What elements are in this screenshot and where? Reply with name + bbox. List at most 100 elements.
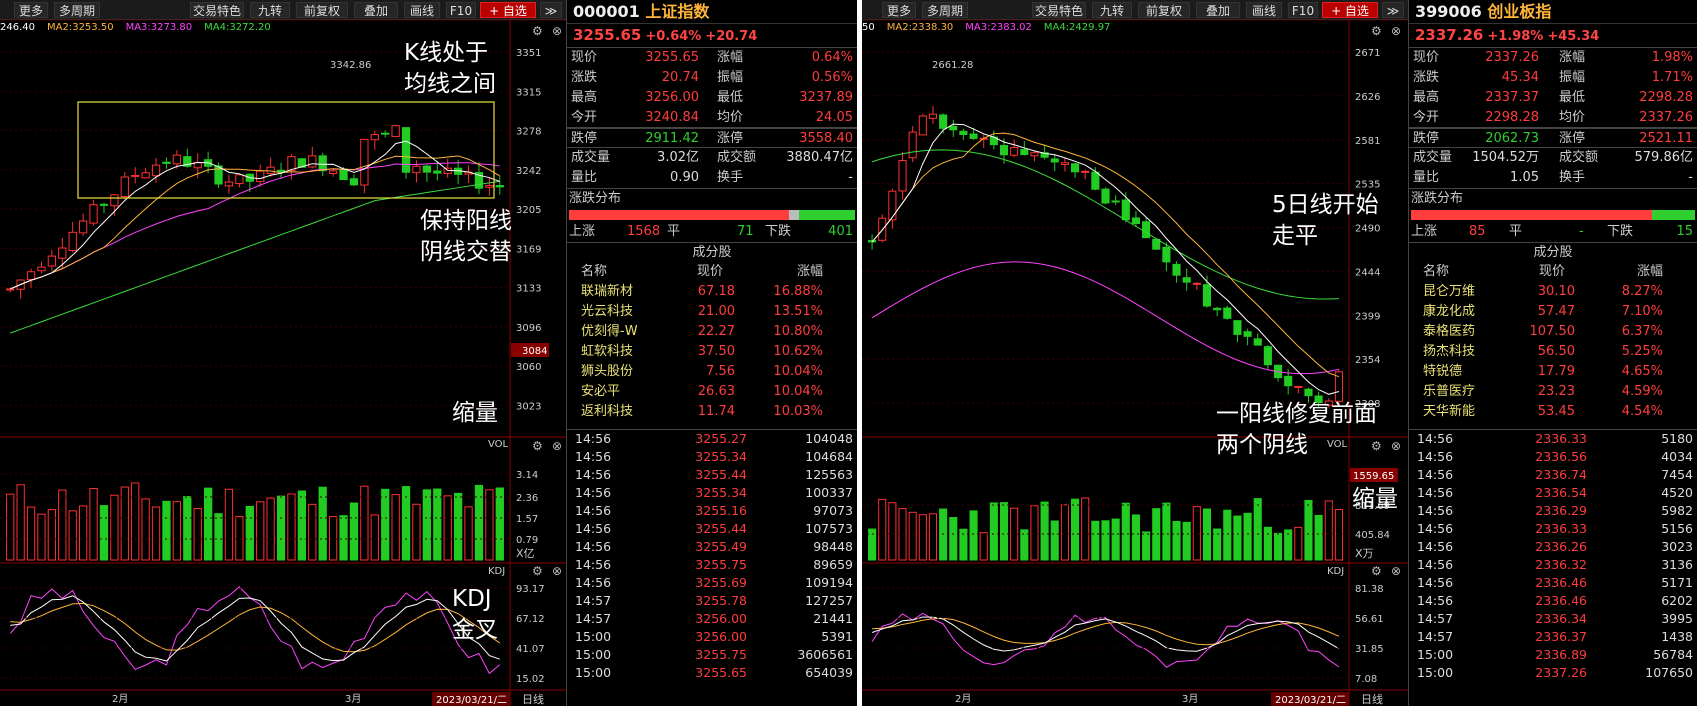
- right-kline-chart[interactable]: 267126262581253524902444239923542308⚙ ⊗⚙ ⊗…: [862, 0, 1409, 706]
- candle[interactable]: [224, 181, 234, 187]
- component-name[interactable]: 泰格医药: [1423, 322, 1475, 342]
- component-row[interactable]: 昆仑万维 30.10 8.27%: [1409, 282, 1697, 302]
- candle[interactable]: [131, 174, 140, 177]
- gear-icon[interactable]: ⚙: [1371, 24, 1382, 38]
- candle[interactable]: [1060, 162, 1069, 165]
- component-name[interactable]: 特锐德: [1423, 362, 1462, 382]
- close-icon[interactable]: ⊗: [1391, 564, 1401, 578]
- candle[interactable]: [58, 247, 67, 259]
- candle[interactable]: [1223, 307, 1232, 319]
- candle[interactable]: [412, 165, 421, 174]
- candle[interactable]: [495, 185, 504, 188]
- candle[interactable]: [422, 165, 432, 173]
- period-label[interactable]: 日线: [1361, 692, 1383, 706]
- period-label[interactable]: 日线: [522, 692, 544, 706]
- candle[interactable]: [120, 176, 129, 198]
- candle[interactable]: [888, 190, 897, 221]
- component-row[interactable]: 泰格医药 107.50 6.37%: [1409, 322, 1697, 342]
- close-icon[interactable]: ⊗: [552, 439, 562, 453]
- component-name[interactable]: 乐普医疗: [1423, 382, 1475, 402]
- candle[interactable]: [1304, 388, 1313, 397]
- component-row[interactable]: 光云科技 21.00 13.51%: [567, 302, 857, 322]
- candle[interactable]: [172, 154, 182, 165]
- candle[interactable]: [1152, 238, 1161, 250]
- close-icon[interactable]: ⊗: [552, 564, 562, 578]
- candle[interactable]: [276, 169, 286, 173]
- candle[interactable]: [1081, 170, 1090, 173]
- candle[interactable]: [898, 159, 907, 192]
- candle[interactable]: [1010, 147, 1019, 156]
- candle[interactable]: [433, 170, 442, 174]
- component-row[interactable]: 狮头股份 7.56 10.04%: [567, 362, 857, 382]
- candle[interactable]: [908, 131, 917, 159]
- component-name[interactable]: 虹软科技: [581, 342, 633, 362]
- candle[interactable]: [1243, 331, 1252, 337]
- candle[interactable]: [381, 132, 390, 135]
- candle[interactable]: [266, 166, 275, 175]
- candle[interactable]: [26, 271, 36, 280]
- candle[interactable]: [969, 133, 978, 139]
- component-name[interactable]: 光云科技: [581, 302, 633, 322]
- close-icon[interactable]: ⊗: [552, 24, 562, 38]
- candle[interactable]: [1071, 163, 1080, 173]
- candle[interactable]: [151, 164, 161, 177]
- component-row[interactable]: 扬杰科技 56.50 5.25%: [1409, 342, 1697, 362]
- close-icon[interactable]: ⊗: [1391, 24, 1401, 38]
- component-row[interactable]: 乐普医疗 23.23 4.59%: [1409, 382, 1697, 402]
- candle[interactable]: [878, 217, 887, 241]
- candle[interactable]: [47, 255, 57, 267]
- component-row[interactable]: 天华新能 53.45 4.54%: [1409, 402, 1697, 422]
- candle[interactable]: [1020, 149, 1029, 156]
- close-icon[interactable]: ⊗: [1391, 439, 1401, 453]
- candle[interactable]: [1030, 152, 1039, 157]
- candle[interactable]: [1121, 199, 1130, 221]
- candle[interactable]: [370, 134, 379, 141]
- candle[interactable]: [391, 125, 400, 137]
- candle[interactable]: [1294, 385, 1303, 388]
- candle[interactable]: [959, 130, 968, 136]
- candle[interactable]: [1233, 320, 1242, 335]
- gear-icon[interactable]: ⚙: [532, 24, 543, 38]
- candle[interactable]: [339, 168, 348, 181]
- candle[interactable]: [1202, 284, 1212, 307]
- candle[interactable]: [1101, 188, 1110, 204]
- candle[interactable]: [256, 170, 265, 183]
- component-row[interactable]: 安必平 26.63 10.04%: [567, 382, 857, 402]
- candle[interactable]: [485, 185, 494, 188]
- candle[interactable]: [1213, 307, 1222, 311]
- candle[interactable]: [110, 194, 119, 207]
- candle[interactable]: [68, 231, 77, 251]
- candle[interactable]: [1172, 263, 1181, 276]
- component-name[interactable]: 昆仑万维: [1423, 282, 1475, 302]
- candle[interactable]: [1263, 346, 1272, 366]
- candle[interactable]: [360, 138, 369, 186]
- candle[interactable]: [235, 174, 244, 185]
- candle[interactable]: [141, 172, 150, 179]
- candle[interactable]: [928, 113, 938, 119]
- candle[interactable]: [1192, 282, 1201, 285]
- candle[interactable]: [318, 155, 327, 172]
- candle[interactable]: [1284, 375, 1293, 387]
- component-row[interactable]: 联瑞新材 67.18 16.88%: [567, 282, 857, 302]
- candle[interactable]: [1091, 171, 1100, 190]
- candle[interactable]: [1050, 158, 1059, 163]
- candle[interactable]: [162, 161, 171, 164]
- component-name[interactable]: 扬杰科技: [1423, 342, 1475, 362]
- candle[interactable]: [6, 288, 15, 291]
- component-name[interactable]: 康龙化成: [1423, 302, 1475, 322]
- candle[interactable]: [37, 266, 46, 272]
- candle[interactable]: [1253, 338, 1262, 346]
- component-name[interactable]: 安必平: [581, 382, 620, 402]
- candle[interactable]: [401, 127, 411, 173]
- component-name[interactable]: 狮头股份: [581, 362, 633, 382]
- candle[interactable]: [99, 203, 109, 206]
- component-name[interactable]: 天华新能: [1423, 402, 1475, 422]
- gear-icon[interactable]: ⚙: [532, 439, 543, 453]
- component-row[interactable]: 虹软科技 37.50 10.62%: [567, 342, 857, 362]
- gear-icon[interactable]: ⚙: [1371, 564, 1382, 578]
- candle[interactable]: [939, 114, 948, 129]
- component-name[interactable]: 联瑞新材: [581, 282, 633, 302]
- component-row[interactable]: 优刻得-W 22.27 10.80%: [567, 322, 857, 342]
- candle[interactable]: [999, 145, 1009, 156]
- component-row[interactable]: 返利科技 11.74 10.03%: [567, 402, 857, 422]
